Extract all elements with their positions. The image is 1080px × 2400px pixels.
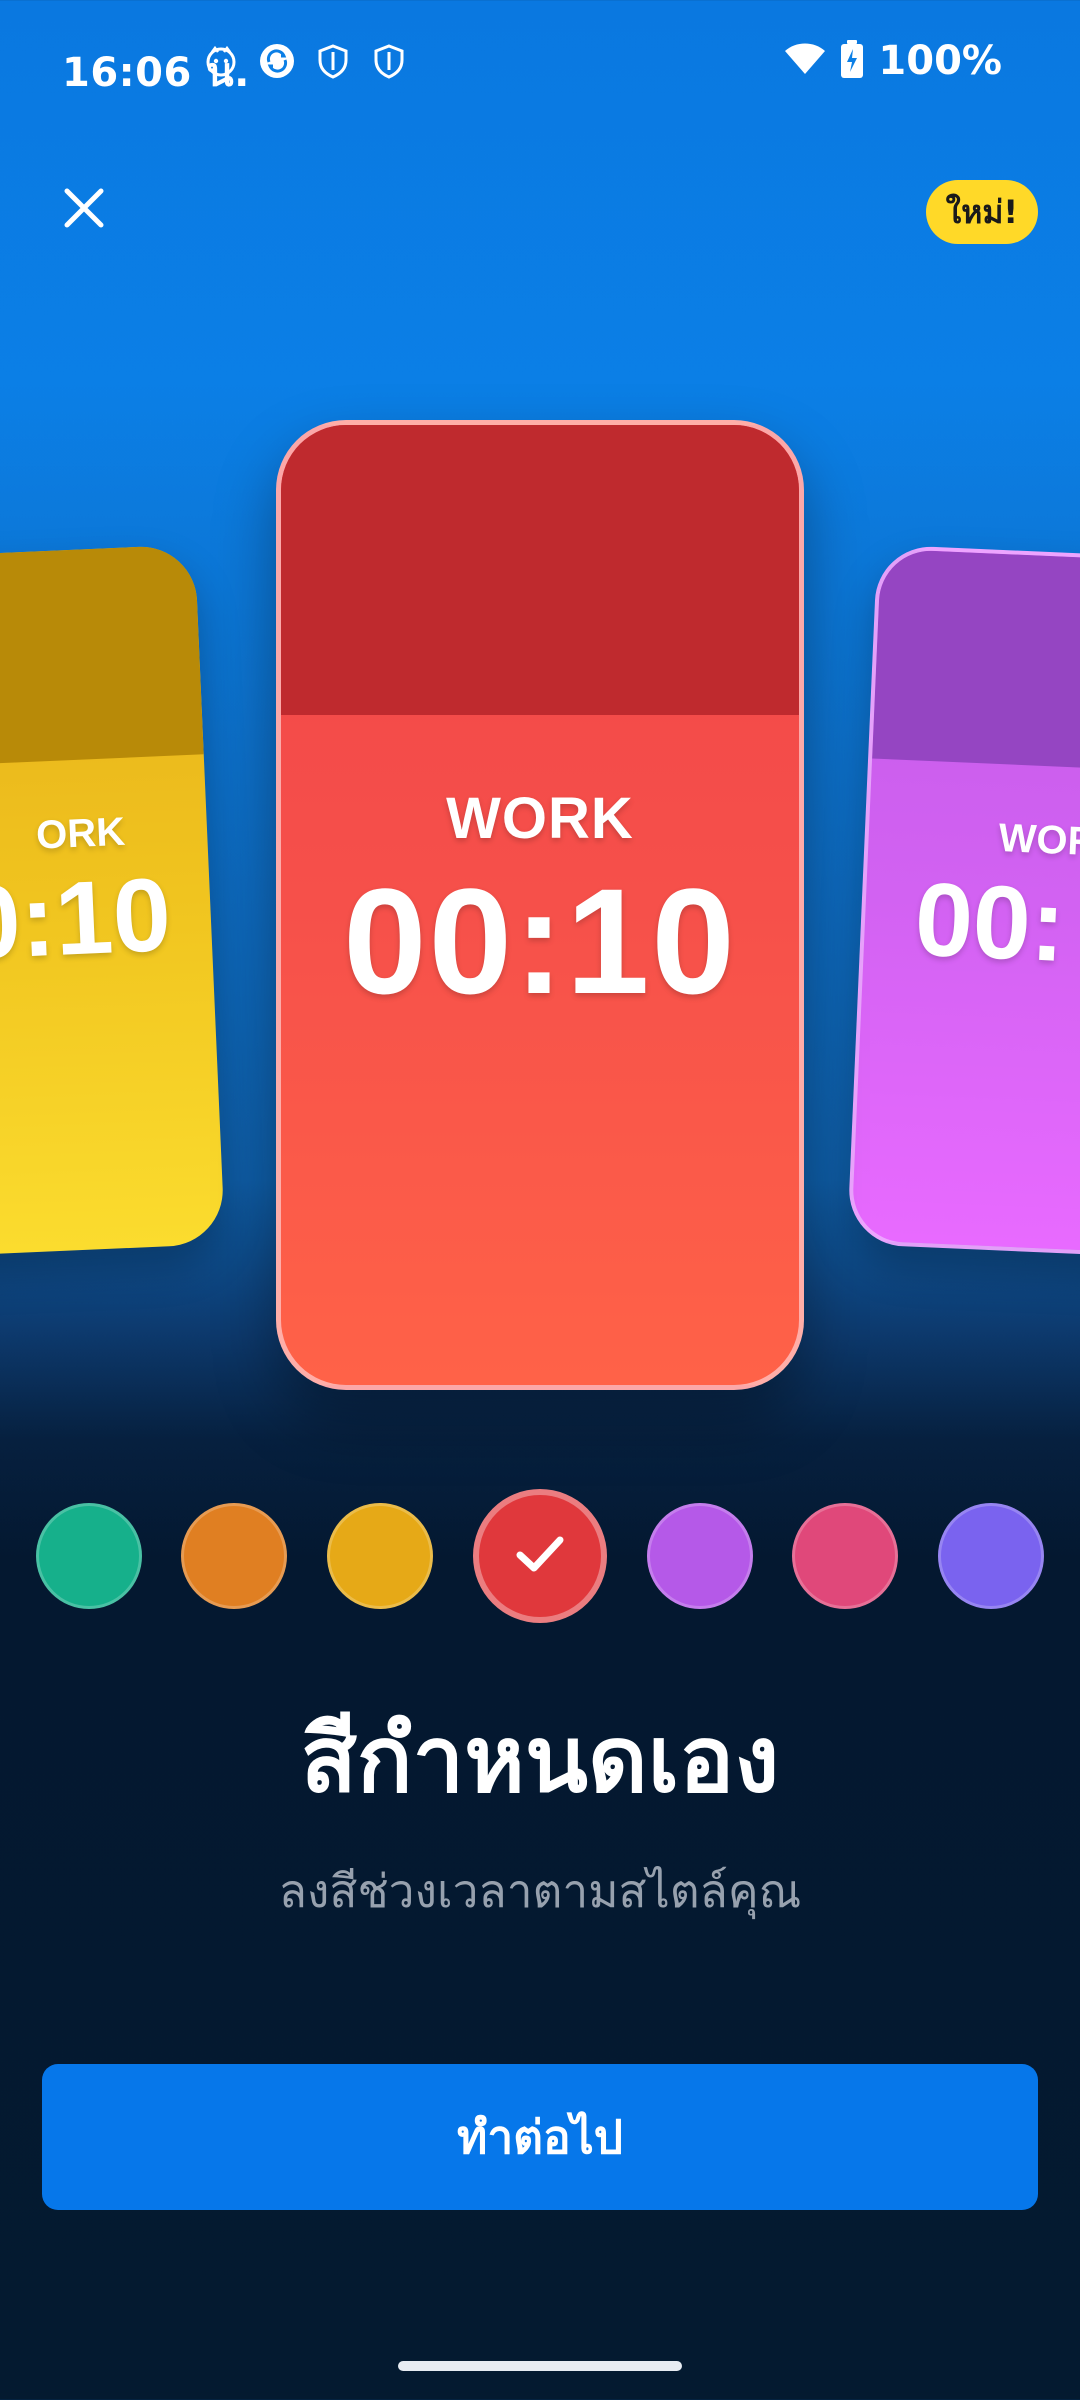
color-swatch-teal[interactable] (36, 1503, 142, 1609)
preview-card-yellow[interactable]: ORK 0:10 (0, 544, 226, 1260)
color-swatch-red[interactable] (473, 1489, 607, 1623)
color-swatch-orange[interactable] (181, 1503, 287, 1609)
card-top-band (0, 544, 204, 770)
page-title: สีกำหนดเอง (300, 1706, 780, 1813)
notification-face-icon (202, 42, 240, 80)
home-indicator[interactable] (398, 2361, 682, 2371)
sync-icon (258, 42, 296, 80)
new-badge: ใหม่! (925, 180, 1038, 244)
shield-icon (370, 42, 408, 80)
preview-card-red[interactable]: WORK 00:10 (276, 420, 804, 1390)
preview-card-purple[interactable]: WOR 00: (846, 544, 1080, 1260)
close-icon (62, 186, 106, 234)
card-top-band (872, 548, 1080, 774)
color-swatch-yellow[interactable] (327, 1503, 433, 1609)
page-subtitle: ลงสีช่วงเวลาตามสไตล์คุณ (278, 1864, 802, 1918)
card-time: 00: (912, 861, 1068, 984)
battery-charging-icon (840, 40, 864, 82)
shield-icon (314, 42, 352, 80)
card-time: 0:10 (0, 856, 174, 982)
card-top-band (281, 425, 799, 715)
card-label: WORK (446, 786, 634, 851)
status-notification-icons (202, 42, 408, 80)
close-button[interactable] (44, 170, 124, 250)
card-time: 00:10 (343, 857, 737, 1025)
status-system-icons: 100% (784, 38, 1002, 84)
color-swatch-pink[interactable] (792, 1503, 898, 1609)
battery-percentage: 100% (878, 38, 1002, 84)
checkmark-icon (508, 1522, 572, 1590)
status-bar: 16:06 น. 100% (0, 0, 1080, 130)
continue-button[interactable]: ทำต่อไป (42, 2064, 1038, 2210)
color-swatch-violet[interactable] (938, 1503, 1044, 1609)
color-swatch-purple[interactable] (647, 1503, 753, 1609)
wifi-icon (784, 42, 826, 80)
